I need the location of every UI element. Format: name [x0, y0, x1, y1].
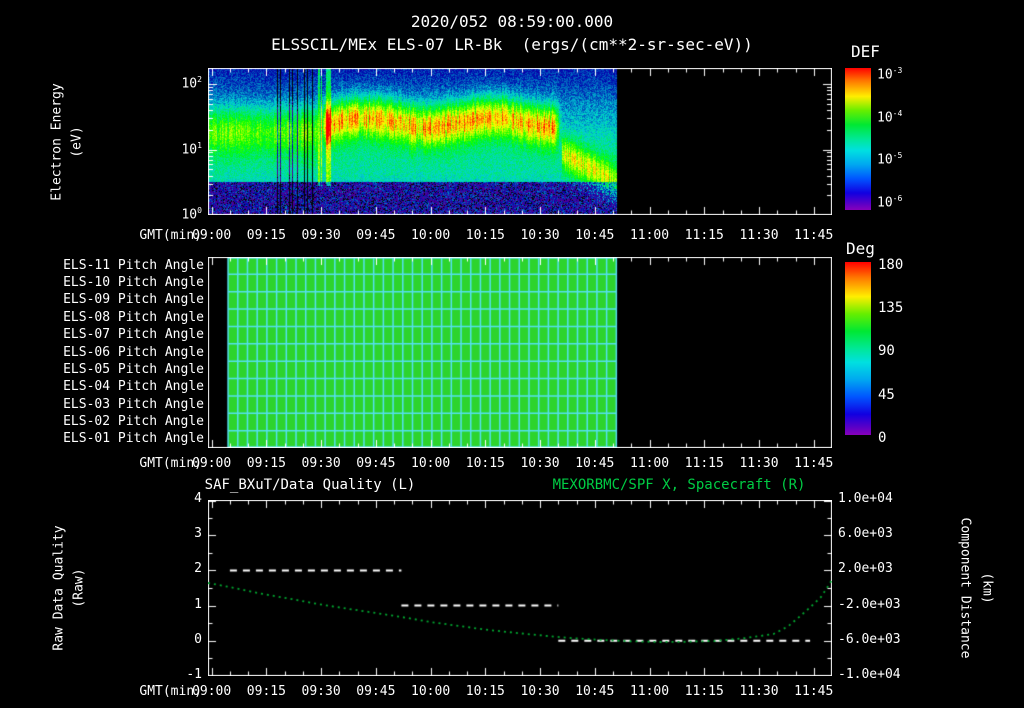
pitch-row-label: ELS-06 Pitch Angle	[63, 344, 204, 360]
bottom-right-title: MEXORBMC/SPF X, Spacecraft (R)	[552, 477, 806, 493]
time-tick-label: 09:15	[246, 684, 286, 699]
pitch-row-label: ELS-11 Pitch Angle	[63, 257, 204, 273]
time-tick-label: 11:15	[684, 456, 724, 471]
time-tick-label: 11:30	[739, 684, 779, 699]
deg-colorbar-tick-label: 135	[878, 300, 904, 317]
time-tick-label: 09:30	[301, 456, 341, 471]
spectrogram-ylabel-units: (eV)	[69, 126, 85, 158]
time-tick-label: 09:30	[301, 684, 341, 699]
time-tick-label: 09:00	[192, 456, 232, 471]
pitch-row-label: ELS-05 Pitch Angle	[63, 361, 204, 377]
time-tick-label: 11:30	[739, 456, 779, 471]
time-tick-label: 10:45	[575, 228, 615, 243]
science-plot-screen: 2020/052 08:59:00.000 ELSSCIL/MEx ELS-07…	[0, 0, 1024, 708]
def-colorbar-tick-label: 10-4	[877, 108, 903, 126]
time-tick-label: 09:00	[192, 684, 232, 699]
distance-tick-label: -2.0e+03	[838, 596, 901, 612]
time-tick-label: 09:30	[301, 228, 341, 243]
quality-ylabel: Raw Data Quality	[51, 525, 67, 651]
pitch-row-label: ELS-07 Pitch Angle	[63, 327, 204, 343]
time-tick-label: 09:45	[356, 228, 396, 243]
time-tick-label: 11:15	[684, 684, 724, 699]
time-tick-label: 10:15	[465, 456, 505, 471]
def-colorbar	[845, 68, 871, 210]
def-colorbar-tick-label: 10-6	[877, 194, 903, 211]
quality-ylabel-units: (Raw)	[71, 568, 87, 608]
quality-tick-label: 1	[194, 596, 202, 612]
time-tick-label: 10:00	[411, 228, 451, 243]
def-colorbar-tick-label: 10-5	[877, 151, 903, 168]
def-colorbar-title: DEF	[851, 42, 880, 61]
time-tick-label: 09:45	[356, 456, 396, 471]
distance-tick-label: -1.0e+04	[838, 667, 901, 682]
pitch-row-label: ELS-09 Pitch Angle	[63, 292, 204, 308]
deg-colorbar-title: Deg	[846, 239, 875, 258]
time-tick-label: 10:00	[411, 456, 451, 471]
time-tick-label: 09:00	[192, 228, 232, 243]
quality-tick-label: 2	[194, 561, 202, 577]
distance-tick-label: 2.0e+03	[838, 561, 893, 577]
def-colorbar-tick-label: 10-3	[877, 66, 903, 83]
time-tick-label: 11:45	[794, 228, 834, 243]
pitch-row-label: ELS-03 Pitch Angle	[63, 396, 204, 412]
time-tick-label: 10:00	[411, 684, 451, 699]
distance-ylabel-units: (km)	[979, 572, 995, 604]
time-tick-label: 10:15	[465, 228, 505, 243]
timestamp-title: 2020/052 08:59:00.000	[410, 12, 614, 31]
time-tick-label: 09:15	[246, 228, 286, 243]
quality-tick-label: 0	[194, 631, 202, 647]
distance-tick-label: 6.0e+03	[838, 526, 893, 542]
distance-ylabel: Component Distance	[957, 517, 973, 659]
energy-tick-label: 102	[181, 75, 202, 92]
pitch-angle-grid-canvas	[208, 257, 832, 448]
pitch-row-label: ELS-04 Pitch Angle	[63, 379, 204, 395]
time-tick-label: 10:15	[465, 684, 505, 699]
quality-tick-label: 3	[194, 526, 202, 542]
quality-tick-label: 4	[194, 491, 202, 506]
time-tick-label: 09:45	[356, 684, 396, 699]
time-tick-label: 11:00	[629, 684, 670, 699]
deg-colorbar-tick-label: 45	[878, 386, 895, 403]
distance-tick-label: -6.0e+03	[838, 631, 901, 647]
energy-tick-label: 101	[181, 140, 202, 157]
time-tick-label: 11:00	[629, 456, 670, 471]
deg-colorbar-tick-label: 0	[878, 429, 887, 446]
time-tick-label: 11:15	[684, 228, 724, 243]
pitch-row-label: ELS-01 Pitch Angle	[63, 431, 204, 447]
energy-tick-label: 100	[181, 206, 202, 223]
time-tick-label: 10:30	[520, 456, 560, 471]
time-tick-label: 10:30	[520, 228, 560, 243]
time-tick-label: 10:45	[575, 684, 615, 699]
quality-position-plot-canvas	[208, 500, 832, 676]
bottom-left-title: SAF_BXuT/Data Quality (L)	[204, 477, 416, 493]
time-tick-label: 11:45	[794, 684, 834, 699]
deg-colorbar-tick-label: 90	[878, 343, 895, 360]
time-tick-label: 10:30	[520, 684, 560, 699]
pitch-row-label: ELS-10 Pitch Angle	[63, 275, 204, 291]
time-tick-label: 11:30	[739, 228, 779, 243]
deg-colorbar	[845, 262, 871, 435]
quality-tick-label: -1	[186, 667, 202, 682]
time-tick-label: 11:00	[629, 228, 670, 243]
electron-energy-spectrogram-canvas	[208, 68, 832, 215]
pitch-row-label: ELS-02 Pitch Angle	[63, 413, 204, 429]
distance-tick-label: 1.0e+04	[838, 491, 893, 506]
time-tick-label: 10:45	[575, 456, 615, 471]
pitch-row-label: ELS-08 Pitch Angle	[63, 309, 204, 325]
deg-colorbar-tick-label: 180	[878, 257, 904, 273]
time-tick-label: 09:15	[246, 456, 286, 471]
time-tick-label: 11:45	[794, 456, 834, 471]
spectrogram-ylabel: Electron Energy	[49, 83, 65, 201]
